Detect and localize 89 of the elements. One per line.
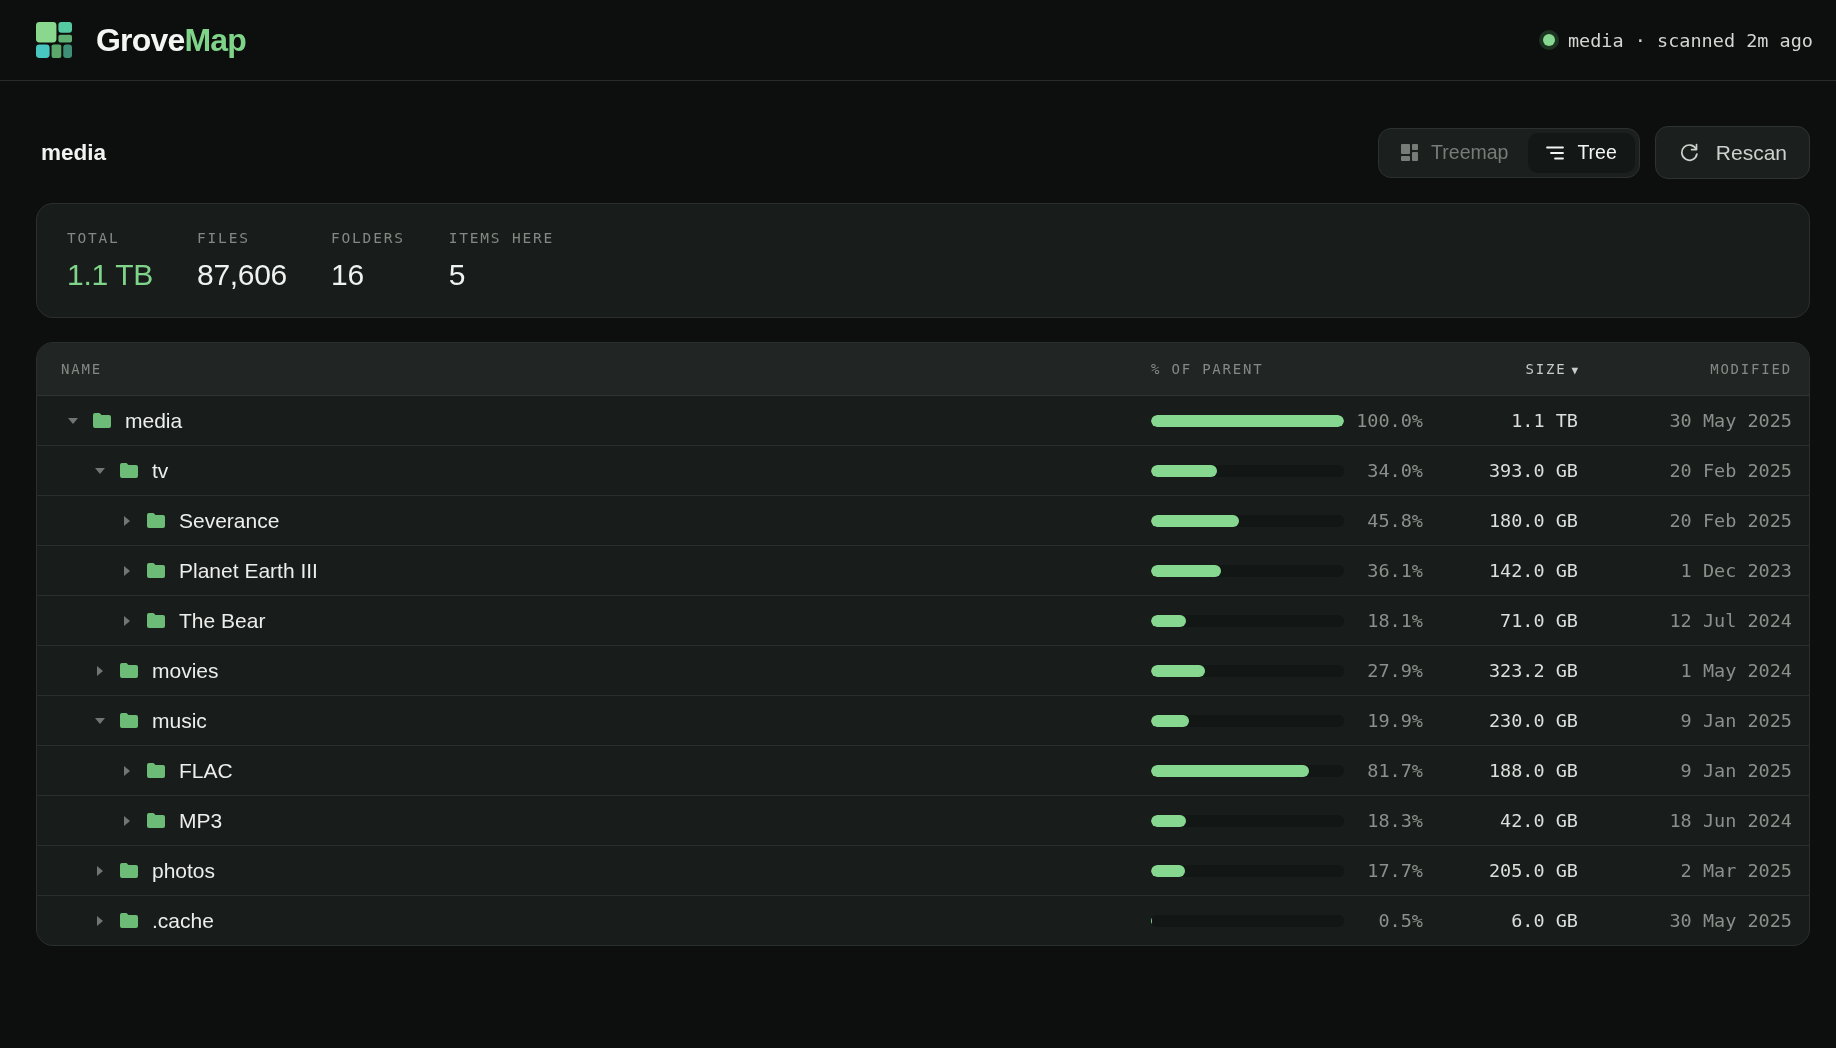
folder-icon: [120, 713, 138, 728]
stat-value: 16: [331, 257, 364, 293]
stat-value: 1.1 TB: [67, 257, 154, 293]
modified-date: 1 May 2024: [1680, 660, 1792, 681]
list-lines-icon: [1546, 145, 1565, 160]
size-value: 323.2 GB: [1488, 660, 1578, 681]
folder-name[interactable]: Planet Earth III: [179, 558, 318, 583]
percent-value: 100.0%: [1356, 410, 1423, 431]
size-value: 230.0 GB: [1488, 710, 1578, 731]
caret-right-icon[interactable]: [124, 815, 130, 826]
column-header[interactable]: NAME: [61, 361, 102, 377]
folder-icon: [120, 863, 138, 878]
column-header[interactable]: % OF PARENT: [1151, 361, 1264, 377]
percent-value: 17.7%: [1367, 860, 1423, 881]
status-dot-icon: [1538, 30, 1559, 50]
modified-date: 20 Feb 2025: [1669, 510, 1792, 531]
folder-icon: [147, 763, 165, 778]
modified-date: 2 Mar 2025: [1680, 860, 1792, 881]
folder-name[interactable]: photos: [152, 858, 216, 883]
size-value: 6.0 GB: [1511, 910, 1578, 931]
folder-icon: [147, 513, 165, 528]
modified-date: 18 Jun 2024: [1669, 810, 1792, 831]
size-value: 393.0 GB: [1488, 460, 1578, 481]
percent-value: 81.7%: [1367, 760, 1423, 781]
stat-label: FILES: [197, 229, 250, 247]
view-tab[interactable]: Treemap: [1383, 132, 1527, 173]
folder-icon: [120, 913, 138, 928]
caret-down-icon[interactable]: [68, 417, 78, 424]
app-name: GroveMap: [96, 21, 247, 60]
column-header[interactable]: SIZE ▼: [1525, 361, 1578, 377]
percent-value: 19.9%: [1367, 710, 1423, 731]
caret-right-icon[interactable]: [124, 565, 130, 576]
percent-value: 27.9%: [1367, 660, 1423, 681]
size-value: 205.0 GB: [1488, 860, 1578, 881]
size-value: 180.0 GB: [1488, 510, 1578, 531]
caret-down-icon[interactable]: [95, 467, 105, 474]
folder-name[interactable]: tv: [152, 458, 169, 483]
stat-value: 87,606: [197, 257, 287, 293]
refresh-icon: [1679, 143, 1699, 162]
size-value: 42.0 GB: [1500, 810, 1578, 831]
folder-icon: [147, 563, 165, 578]
folder-icon: [147, 813, 165, 828]
caret-right-icon[interactable]: [97, 865, 103, 876]
folder-name[interactable]: MP3: [179, 808, 223, 833]
modified-date: 9 Jan 2025: [1680, 760, 1792, 781]
stat-label: FOLDERS: [331, 229, 405, 247]
folder-icon: [120, 663, 138, 678]
size-value: 1.1 TB: [1511, 410, 1578, 431]
size-value: 71.0 GB: [1500, 610, 1578, 631]
caret-right-icon[interactable]: [97, 665, 103, 676]
modified-date: 12 Jul 2024: [1669, 610, 1792, 631]
percent-value: 18.3%: [1367, 810, 1423, 831]
stat-label: ITEMS HERE: [448, 229, 555, 247]
caret-right-icon[interactable]: [124, 515, 130, 526]
modified-date: 30 May 2025: [1669, 410, 1792, 431]
folder-icon: [120, 463, 138, 478]
folder-name[interactable]: Severance: [179, 508, 280, 533]
modified-date: 30 May 2025: [1669, 910, 1792, 931]
size-value: 188.0 GB: [1488, 760, 1578, 781]
folder-name[interactable]: FLAC: [179, 758, 233, 783]
folder-name[interactable]: movies: [152, 658, 219, 683]
folder-icon: [147, 613, 165, 628]
logo-icon: [36, 22, 72, 58]
percent-value: 36.1%: [1367, 560, 1423, 581]
folder-name[interactable]: The Bear: [179, 608, 266, 633]
caret-right-icon[interactable]: [97, 915, 103, 926]
folder-name[interactable]: media: [125, 408, 183, 433]
rescan-button[interactable]: Rescan: [1654, 126, 1810, 179]
folder-name[interactable]: music: [152, 708, 207, 733]
scan-status-text: media · scanned 2m ago: [1567, 29, 1813, 51]
modified-date: 9 Jan 2025: [1680, 710, 1792, 731]
percent-value: 34.0%: [1367, 460, 1423, 481]
percent-value: 0.5%: [1378, 910, 1423, 931]
column-header[interactable]: MODIFIED: [1710, 361, 1792, 377]
modified-date: 1 Dec 2023: [1680, 560, 1792, 581]
caret-right-icon[interactable]: [124, 615, 130, 626]
stat-value: 5: [448, 257, 466, 293]
percent-value: 45.8%: [1367, 510, 1423, 531]
percent-value: 18.1%: [1367, 610, 1423, 631]
caret-right-icon[interactable]: [124, 765, 130, 776]
page-title: media: [41, 139, 107, 166]
treemap-icon: [1401, 144, 1419, 161]
view-tab[interactable]: Tree: [1528, 132, 1635, 173]
folder-name[interactable]: .cache: [152, 908, 214, 933]
modified-date: 20 Feb 2025: [1669, 460, 1792, 481]
stat-label: TOTAL: [67, 229, 120, 247]
folder-icon: [93, 413, 111, 428]
caret-down-icon[interactable]: [95, 717, 105, 724]
size-value: 142.0 GB: [1488, 560, 1578, 581]
